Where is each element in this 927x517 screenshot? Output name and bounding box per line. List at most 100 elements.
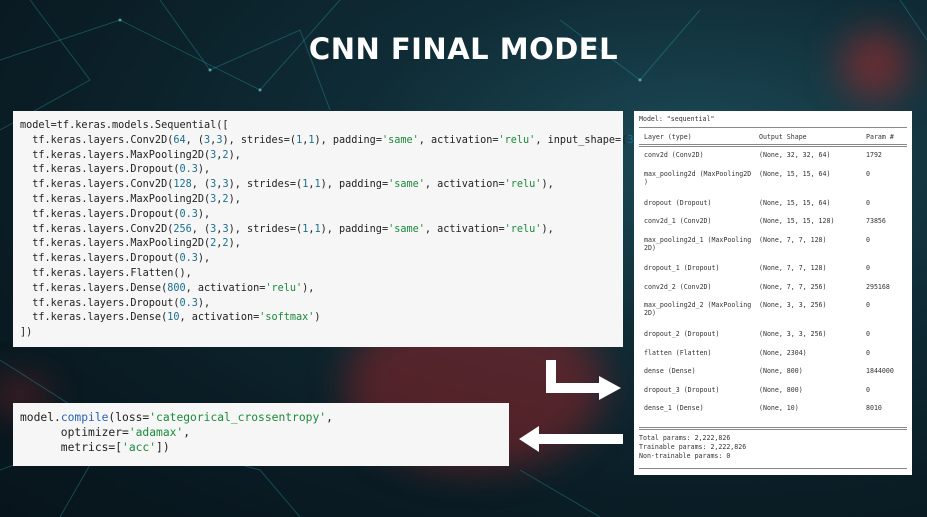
code-token: (loss= <box>108 411 150 424</box>
summary-param-count: 1792 <box>866 151 882 159</box>
code-token: ), <box>228 149 241 161</box>
compile-code-line: model.compile(loss='categorical_crossent… <box>20 410 509 425</box>
code-token: 'relu' <box>504 179 542 191</box>
model-code-line: tf.keras.layers.MaxPooling2D(2,2), <box>20 237 623 252</box>
code-token: 800 <box>167 282 186 294</box>
summary-model-name: Model: "sequential" <box>639 115 715 123</box>
summary-layer-name: 2D) <box>644 309 656 317</box>
code-token: ), <box>228 238 241 250</box>
code-token: 'acc' <box>122 441 157 455</box>
code-token: , <box>183 426 191 440</box>
model-code-line: tf.keras.layers.MaxPooling2D(3,2), <box>20 193 623 208</box>
model-summary-panel: Model: "sequential" Layer (type) Output … <box>634 111 912 475</box>
summary-param-count: 0 <box>866 301 870 309</box>
model-code-line: model=tf.keras.models.Sequential([ <box>20 119 623 134</box>
summary-param-count: 0 <box>866 199 870 207</box>
code-token: 0.3 <box>179 297 198 309</box>
model-code-line: tf.keras.layers.Dropout(0.3), <box>20 252 623 267</box>
code-token: ), padding= <box>314 134 382 146</box>
summary-layer-name: dropout (Dropout) <box>644 199 712 207</box>
code-token: ), strides=( <box>222 134 297 146</box>
code-token: ), <box>197 297 211 309</box>
summary-layer-name: max_pooling2d_1 (MaxPooling <box>644 236 752 244</box>
code-token: 10 <box>167 312 180 324</box>
code-token: 'same' <box>388 223 425 235</box>
code-token: 0.3 <box>179 208 198 220</box>
code-token: tf.keras.layers.MaxPooling2D( <box>20 238 211 250</box>
summary-param-count: 295168 <box>866 283 890 291</box>
summary-layer-name: conv2d_1 (Conv2D) <box>644 217 712 225</box>
summary-top-rule <box>639 127 907 128</box>
summary-output-shape: (None, 7, 7, 128) <box>759 236 827 244</box>
summary-header-shape: Output Shape <box>759 133 807 141</box>
code-token: tf.keras.layers.Dense( <box>20 312 168 324</box>
summary-layer-name: dropout_1 (Dropout) <box>644 264 720 272</box>
code-token: ), <box>197 253 211 265</box>
code-token: tf.keras.layers.Flatten(), <box>20 267 192 279</box>
code-token: ]) <box>20 327 33 339</box>
code-token: ), <box>228 193 241 205</box>
code-token: , activation= <box>185 282 266 294</box>
code-token: 'same' <box>381 134 419 146</box>
model-code-line: tf.keras.layers.Dropout(0.3), <box>20 297 623 312</box>
code-token: tf.keras.layers.Conv2D( <box>20 223 174 235</box>
summary-output-shape: (None, 800) <box>759 386 803 394</box>
model-code-line: tf.keras.layers.Dense(10, activation='so… <box>20 311 623 326</box>
summary-output-shape: (None, 7, 7, 256) <box>759 283 827 291</box>
code-token: tf.keras.layers.Dropout( <box>20 164 180 176</box>
code-token: optimizer= <box>20 426 129 440</box>
code-token: ), strides=( <box>228 223 303 235</box>
summary-layer-name: dense_1 (Dense) <box>644 404 704 412</box>
code-token: tf.keras.layers.MaxPooling2D( <box>20 149 211 161</box>
code-token: ), padding= <box>320 223 389 235</box>
code-token: 'softmax' <box>259 312 315 324</box>
code-token: 'categorical_crossentropy' <box>149 411 327 424</box>
summary-layer-name: dense (Dense) <box>644 367 696 375</box>
code-token: metrics=[ <box>20 441 123 455</box>
code-token: tf.keras.layers.MaxPooling2D( <box>20 193 211 205</box>
code-token: , activation= <box>424 223 505 235</box>
summary-output-shape: (None, 3, 3, 256) <box>759 330 827 338</box>
compile-code-line: optimizer='adamax', <box>20 425 509 440</box>
summary-output-shape: (None, 2304) <box>759 349 807 357</box>
summary-output-shape: (None, 15, 15, 64) <box>759 199 831 207</box>
code-token: ) <box>314 312 321 324</box>
code-token: ), <box>197 208 211 220</box>
summary-param-count: 0 <box>866 386 870 394</box>
summary-layer-name: max_pooling2d_2 (MaxPooling <box>644 301 752 309</box>
summary-bottom-rule <box>639 427 907 430</box>
summary-output-shape: (None, 10) <box>759 404 799 412</box>
summary-layer-name: dropout_3 (Dropout) <box>644 386 720 394</box>
arrow-to-summary-icon <box>546 360 621 400</box>
model-code-line: tf.keras.layers.Conv2D(64, (3,3), stride… <box>20 134 701 149</box>
code-token: , ( <box>191 179 211 191</box>
code-token: ), padding= <box>320 179 389 191</box>
summary-layer-name: flatten (Flatten) <box>644 349 712 357</box>
summary-trainable-params: Trainable params: 2,222,826 <box>639 443 747 451</box>
code-token: compile <box>60 411 109 424</box>
code-token: 0.3 <box>179 253 198 265</box>
code-token: 0.3 <box>179 164 198 176</box>
summary-layer-name: ) <box>644 178 648 186</box>
summary-param-count: 1844000 <box>866 367 894 375</box>
summary-output-shape: (None, 15, 15, 64) <box>759 170 831 178</box>
summary-end-rule <box>639 468 907 469</box>
model-code-line: tf.keras.layers.Flatten(), <box>20 267 623 282</box>
code-token: ), <box>541 223 554 235</box>
code-token: , ( <box>191 223 211 235</box>
arrow-to-compile-icon <box>519 426 623 452</box>
summary-param-count: 8010 <box>866 404 882 412</box>
code-token: ), strides=( <box>228 179 303 191</box>
summary-output-shape: (None, 32, 32, 64) <box>759 151 831 159</box>
code-token: , ( <box>185 134 205 146</box>
compile-code-block: model.compile(loss='categorical_crossent… <box>13 403 509 466</box>
summary-layer-name: conv2d_2 (Conv2D) <box>644 283 712 291</box>
summary-layer-name: max_pooling2d (MaxPooling2D <box>644 170 752 178</box>
summary-layer-name: conv2d (Conv2D) <box>644 151 704 159</box>
summary-header-params: Param # <box>866 133 894 141</box>
model-code-block: model=tf.keras.models.Sequential([ tf.ke… <box>13 111 701 347</box>
code-token: , activation= <box>424 179 505 191</box>
code-token: 'same' <box>388 179 425 191</box>
model-code-line: tf.keras.layers.Conv2D(128, (3,3), strid… <box>20 178 623 193</box>
summary-param-count: 0 <box>866 330 870 338</box>
